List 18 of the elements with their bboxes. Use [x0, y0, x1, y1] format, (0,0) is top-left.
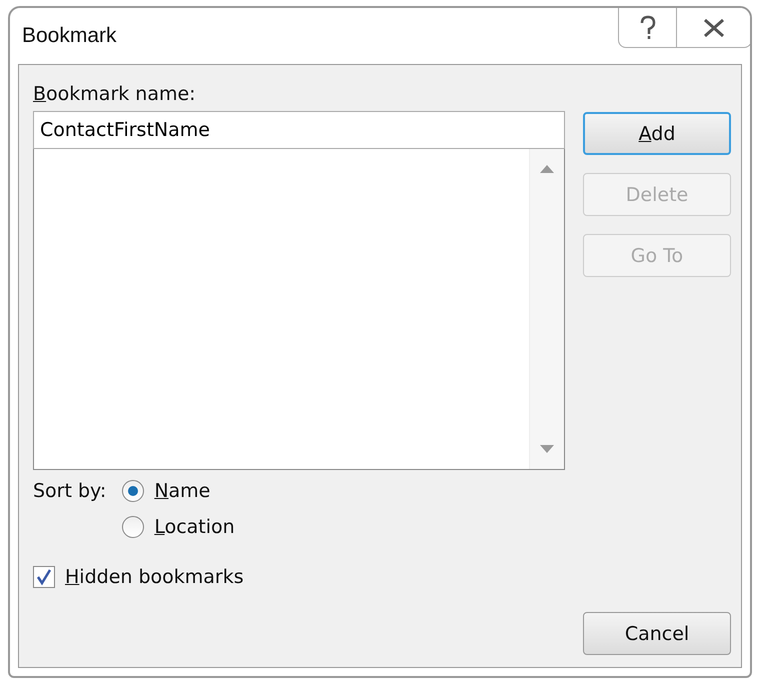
radio-label[interactable]: Name — [154, 480, 210, 502]
radio-button[interactable] — [122, 480, 144, 502]
dialog-button[interactable]: Add — [583, 112, 731, 155]
sort-by-label: Sort by: — [33, 480, 106, 504]
checkbox-label[interactable]: Hidden bookmarks — [65, 566, 244, 588]
window-title: Bookmark — [22, 24, 117, 48]
bookmark-name-label: Bookmark name: — [33, 83, 197, 105]
radio-label[interactable]: Location — [154, 516, 235, 538]
close-button[interactable] — [676, 8, 750, 48]
scroll-up-icon[interactable] — [540, 165, 554, 173]
bookmark-name-field[interactable]: ContactFirstName — [33, 111, 565, 149]
checkbox[interactable] — [33, 566, 55, 588]
help-button[interactable] — [618, 8, 676, 48]
scroll-down-icon[interactable] — [540, 445, 554, 453]
scrollbar[interactable] — [529, 149, 564, 469]
cancel-button[interactable]: Cancel — [583, 612, 731, 655]
close-icon — [702, 18, 726, 38]
radio-button[interactable] — [122, 516, 144, 538]
